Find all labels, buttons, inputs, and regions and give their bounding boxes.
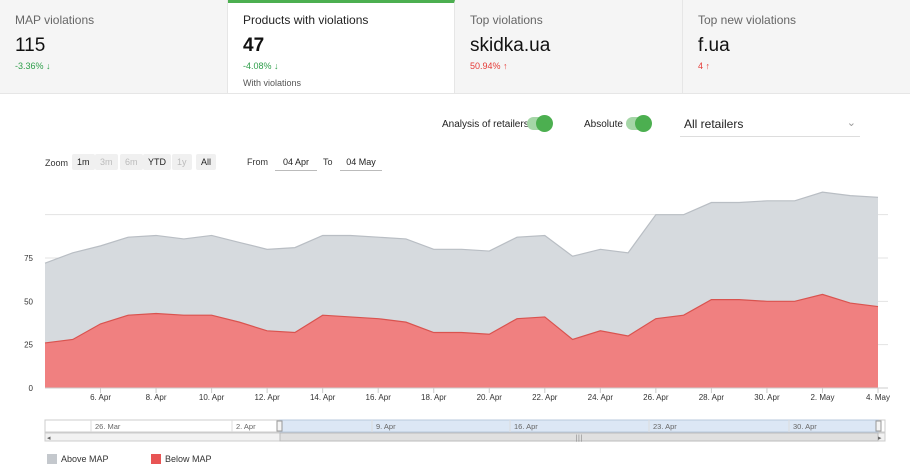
x-axis: 6. Apr 8. Apr 10. Apr 12. Apr 14. Apr 16. Apr… xyxy=(45,387,890,402)
kpi-change: 50.94% ↑ xyxy=(470,61,508,71)
legend-swatch xyxy=(47,454,57,464)
zoom-1m-button[interactable]: 1m xyxy=(72,154,95,170)
y-axis: 0 25 50 75 xyxy=(24,254,33,393)
navigator-right-handle xyxy=(875,420,882,432)
kpi-change: 4 ↑ xyxy=(698,61,711,71)
zoom-6m-button[interactable]: 6m xyxy=(120,154,143,170)
absolute-toggle[interactable] xyxy=(626,115,652,132)
absolute-toggle-label: Absolute xyxy=(584,119,623,130)
scroll-left-arrow-icon: ◂ xyxy=(47,434,51,442)
x-tick-label: 28. Apr xyxy=(699,393,725,402)
retailer-select-value: All retailers xyxy=(684,117,744,131)
kpi-value: skidka.ua xyxy=(470,35,551,56)
x-tick-label: 6. Apr xyxy=(90,393,111,402)
x-tick-label: 20. Apr xyxy=(477,393,503,402)
legend-swatch xyxy=(151,454,161,464)
zoom-1y-button[interactable]: 1y xyxy=(172,154,192,170)
zoom-all-button[interactable]: All xyxy=(196,154,217,170)
navigator-selection xyxy=(279,419,879,433)
kpi-card-map-violations[interactable]: MAP violations 115 -3.36% ↓ xyxy=(0,0,228,93)
kpi-change: -3.36% ↓ xyxy=(15,61,51,71)
y-tick-label: 50 xyxy=(24,297,33,306)
zoom-label: Zoom xyxy=(45,158,69,168)
kpi-change: -4.08% ↓ xyxy=(243,61,279,71)
arrow-up-icon: ↑ xyxy=(503,61,508,71)
x-tick-label: 14. Apr xyxy=(310,393,336,402)
scrollbar-grip-icon: ||| xyxy=(575,434,582,442)
kpi-subtitle: With violations xyxy=(243,78,302,88)
kpi-card-top-violations[interactable]: Top violations skidka.ua 50.94% ↑ xyxy=(455,0,683,93)
kpi-cards: MAP violations 115 -3.36% ↓ Products wit… xyxy=(0,0,910,94)
x-tick-label: 12. Apr xyxy=(254,393,280,402)
x-tick-label: 26. Apr xyxy=(643,393,669,402)
kpi-title: MAP violations xyxy=(15,13,95,27)
kpi-title: Top new violations xyxy=(698,13,797,27)
chart-controls: Analysis of retailers Absolute All retai… xyxy=(0,114,910,137)
navigator-label: 16. Apr xyxy=(514,422,538,431)
kpi-card-top-new-violations[interactable]: Top new violations f.ua 4 ↑ xyxy=(683,0,910,93)
arrow-down-icon: ↓ xyxy=(274,61,279,71)
x-tick-label: 2. May xyxy=(810,393,834,402)
arrow-up-icon: ↑ xyxy=(705,61,711,71)
kpi-value: 47 xyxy=(243,35,265,56)
toggle-knob xyxy=(536,115,553,132)
navigator-label: 23. Apr xyxy=(653,422,677,431)
from-date-input[interactable]: 04 Apr xyxy=(275,154,317,171)
kpi-title: Products with violations xyxy=(243,13,369,27)
chart-areas xyxy=(44,191,879,388)
retailer-select[interactable]: All retailers ⌄ xyxy=(680,114,860,137)
zoom-3m-button[interactable]: 3m xyxy=(95,154,118,170)
legend-item-above-map[interactable]: Above MAP xyxy=(47,454,109,464)
navigator-label: 9. Apr xyxy=(376,422,396,431)
x-tick-label: 10. Apr xyxy=(199,393,225,402)
navigator-label: 26. Mar xyxy=(95,422,121,431)
scroll-right-arrow-icon: ▸ xyxy=(878,434,882,442)
x-tick-label: 24. Apr xyxy=(588,393,614,402)
to-label: To xyxy=(323,157,333,167)
kpi-value: f.ua xyxy=(698,35,730,56)
from-label: From xyxy=(247,157,268,167)
x-tick-label: 30. Apr xyxy=(754,393,780,402)
x-tick-label: 18. Apr xyxy=(421,393,447,402)
to-date-input[interactable]: 04 May xyxy=(340,154,382,171)
x-tick-label: 16. Apr xyxy=(366,393,392,402)
y-tick-label: 25 xyxy=(24,341,33,350)
zoom-ytd-button[interactable]: YTD xyxy=(143,154,171,170)
navigator-left-handle xyxy=(276,420,283,432)
kpi-card-products-with-violations[interactable]: Products with violations 47 -4.08% ↓ Wit… xyxy=(228,0,455,93)
analysis-toggle-label: Analysis of retailers xyxy=(442,119,529,130)
legend-item-below-map[interactable]: Below MAP xyxy=(151,454,212,464)
navigator-label: 30. Apr xyxy=(793,422,817,431)
navigator-label: 2. Apr xyxy=(236,422,256,431)
navigator: 26. Mar 2. Apr 9. Apr 16. Apr 23. Apr 30. Apr… xyxy=(44,419,886,442)
violations-area-chart: 0 25 50 75 6. Apr 8. Apr 10. Apr 12. Apr 14. Ap… xyxy=(24,191,890,442)
x-tick-label: 22. Apr xyxy=(532,393,558,402)
y-tick-label: 75 xyxy=(24,254,33,263)
x-tick-label: 8. Apr xyxy=(146,393,167,402)
toggle-knob xyxy=(635,115,652,132)
kpi-title: Top violations xyxy=(470,13,543,27)
arrow-down-icon: ↓ xyxy=(46,61,51,71)
kpi-value: 115 xyxy=(15,35,46,56)
analysis-of-retailers-toggle[interactable] xyxy=(527,115,553,132)
y-tick-label: 0 xyxy=(29,384,34,393)
chevron-down-icon: ⌄ xyxy=(846,117,856,129)
x-tick-label: 4. May xyxy=(866,393,890,402)
